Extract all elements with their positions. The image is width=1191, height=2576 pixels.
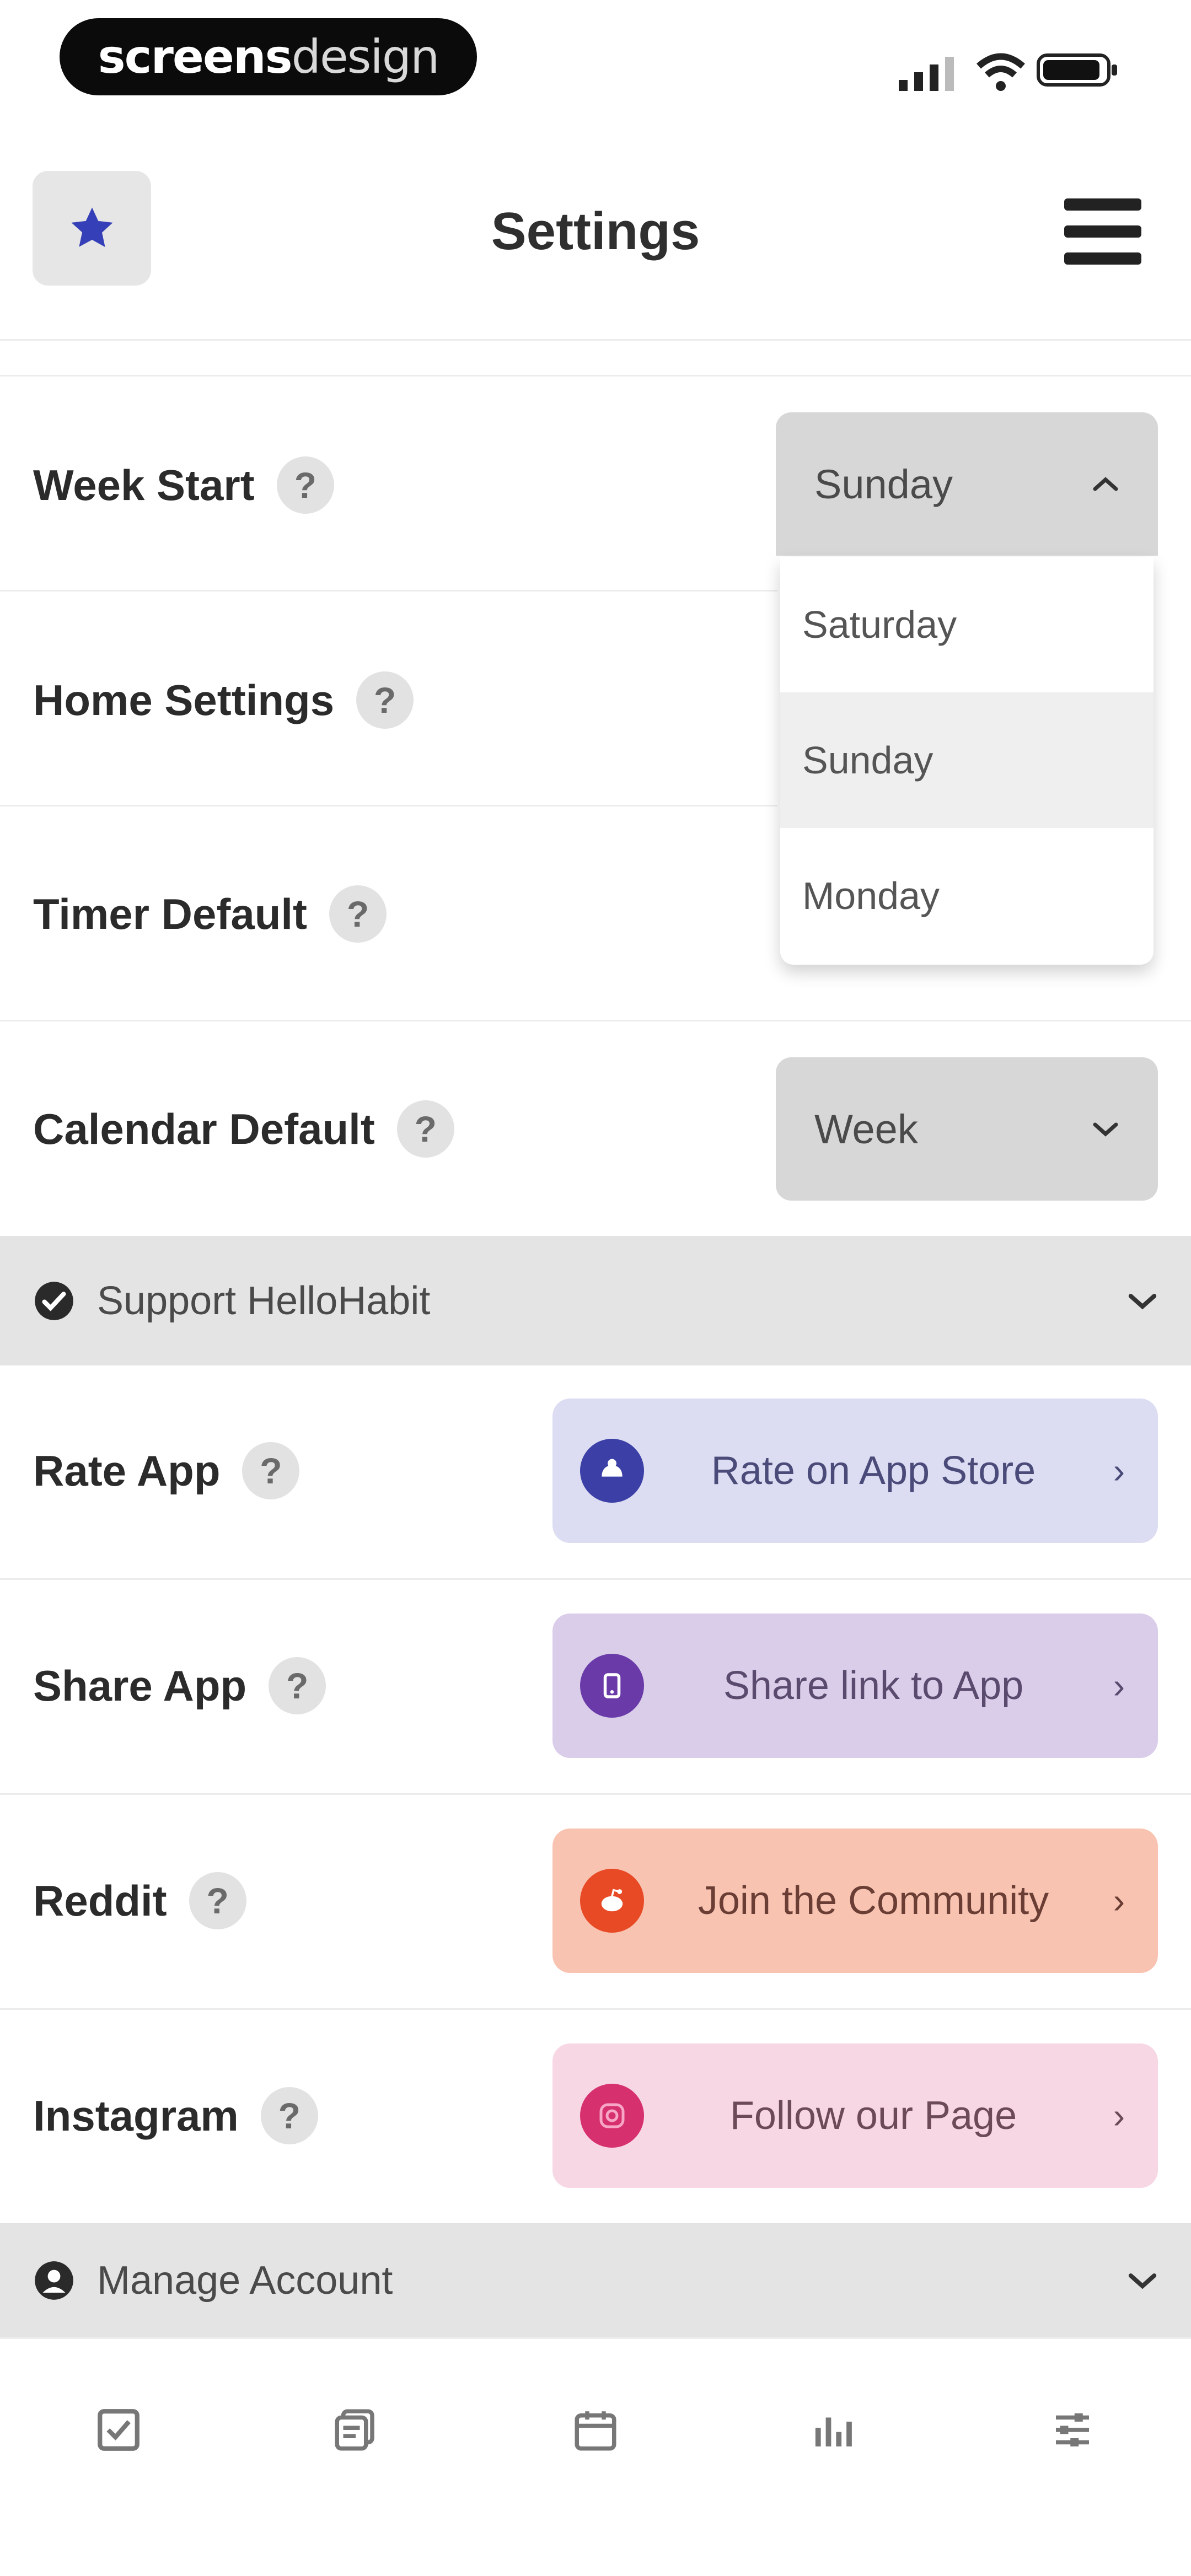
header-divider [0, 339, 1191, 341]
brand-text-1: screens [98, 30, 293, 84]
star-icon [71, 207, 112, 248]
week-start-label: Week Start ? [33, 452, 334, 518]
chevron-right-icon: › [1113, 2096, 1125, 2136]
chevron-up-icon [1093, 477, 1118, 491]
calendar-default-value: Week [814, 1106, 918, 1152]
help-icon[interactable]: ? [396, 1100, 454, 1158]
support-section-title: Support HelloHabit [97, 1278, 431, 1323]
dropdown-option-monday[interactable]: Monday [780, 828, 1154, 964]
calendar-default-label: Calendar Default ? [33, 1096, 454, 1162]
help-icon[interactable]: ? [356, 671, 414, 729]
home-settings-text: Home Settings [33, 676, 335, 724]
chevron-down-icon [1128, 1293, 1157, 1309]
share-app-label: Share App ? [33, 1653, 326, 1719]
brand-logo: screens design [60, 18, 477, 95]
divider [0, 590, 777, 591]
help-icon[interactable]: ? [242, 1442, 300, 1499]
user-circle-icon [35, 2261, 73, 2300]
signal-icon [899, 52, 959, 91]
instagram-icon [580, 2084, 644, 2148]
week-start-text: Week Start [33, 461, 255, 509]
help-icon[interactable]: ? [189, 1872, 246, 1929]
tab-notes[interactable] [328, 2402, 383, 2457]
tab-stats[interactable] [805, 2402, 860, 2457]
hamburger-line [1064, 225, 1141, 238]
divider [0, 375, 1191, 377]
brand-text-2: design [291, 30, 440, 84]
timer-default-text: Timer Default [33, 890, 308, 938]
account-section-header[interactable]: Manage Account [0, 2223, 1191, 2337]
sliders-icon [1056, 2413, 1089, 2446]
divider [0, 2008, 1191, 2010]
help-icon[interactable]: ? [260, 2087, 318, 2144]
rate-app-label: Rate App ? [33, 1438, 300, 1504]
calendar-icon [575, 2411, 616, 2451]
help-icon[interactable]: ? [329, 885, 387, 943]
chevron-down-icon [1128, 2273, 1157, 2289]
chevron-down-icon [1093, 1122, 1118, 1137]
reddit-icon [580, 1869, 644, 1933]
dropdown-option-sunday[interactable]: Sunday [780, 692, 1154, 828]
chevron-right-icon: › [1113, 1451, 1125, 1491]
rate-button-label: Rate on App Store [711, 1449, 1036, 1493]
tab-habits[interactable] [91, 2402, 146, 2457]
divider [0, 1578, 1191, 1580]
share-app-text: Share App [33, 1661, 247, 1710]
app-store-icon [580, 1439, 644, 1503]
notes-icon [335, 2409, 374, 2451]
instagram-button-label: Follow our Page [729, 2094, 1017, 2138]
join-community-button[interactable]: Join the Community › [552, 1829, 1158, 1973]
reddit-text: Reddit [33, 1876, 167, 1925]
week-start-select[interactable]: Sunday [776, 412, 1158, 556]
week-start-dropdown: Saturday Sunday Monday [780, 557, 1154, 965]
divider [0, 805, 777, 806]
home-settings-label: Home Settings ? [33, 667, 414, 733]
account-section-title: Manage Account [97, 2258, 393, 2303]
help-icon[interactable]: ? [269, 1657, 326, 1714]
divider [0, 1020, 1191, 1021]
menu-button[interactable] [1064, 198, 1141, 265]
favorite-button[interactable] [33, 171, 151, 286]
chevron-right-icon: › [1113, 1881, 1125, 1921]
timer-default-label: Timer Default ? [33, 881, 387, 947]
reddit-label: Reddit ? [33, 1868, 246, 1934]
stats-icon [815, 2417, 852, 2446]
instagram-label: Instagram ? [33, 2083, 318, 2149]
support-section-header[interactable]: Support HelloHabit [0, 1236, 1191, 1365]
checklist-icon [98, 2409, 140, 2451]
tab-settings[interactable] [1045, 2402, 1100, 2457]
instagram-text: Instagram [33, 2091, 239, 2140]
chevron-right-icon: › [1113, 1666, 1125, 1706]
help-icon[interactable]: ? [276, 456, 334, 514]
rate-app-text: Rate App [33, 1446, 221, 1495]
share-link-button[interactable]: Share link to App › [552, 1614, 1158, 1758]
dropdown-option-saturday[interactable]: Saturday [780, 557, 1154, 692]
week-start-value: Sunday [814, 461, 953, 507]
battery-icon [1037, 51, 1119, 89]
reddit-button-label: Join the Community [698, 1879, 1049, 1923]
tab-bar [0, 2337, 1191, 2576]
calendar-default-select[interactable]: Week [776, 1057, 1158, 1201]
page-title: Settings [491, 202, 700, 261]
tab-calendar[interactable] [568, 2402, 623, 2457]
divider [0, 1793, 1191, 1795]
share-button-label: Share link to App [723, 1664, 1024, 1708]
wifi-icon [976, 50, 1026, 94]
share-icon [580, 1654, 644, 1718]
rate-on-app-store-button[interactable]: Rate on App Store › [552, 1399, 1158, 1543]
hamburger-line [1064, 252, 1141, 265]
follow-page-button[interactable]: Follow our Page › [552, 2043, 1158, 2188]
hamburger-menu-icon [1064, 198, 1141, 211]
calendar-default-text: Calendar Default [33, 1105, 375, 1153]
check-circle-icon [35, 1281, 73, 1320]
